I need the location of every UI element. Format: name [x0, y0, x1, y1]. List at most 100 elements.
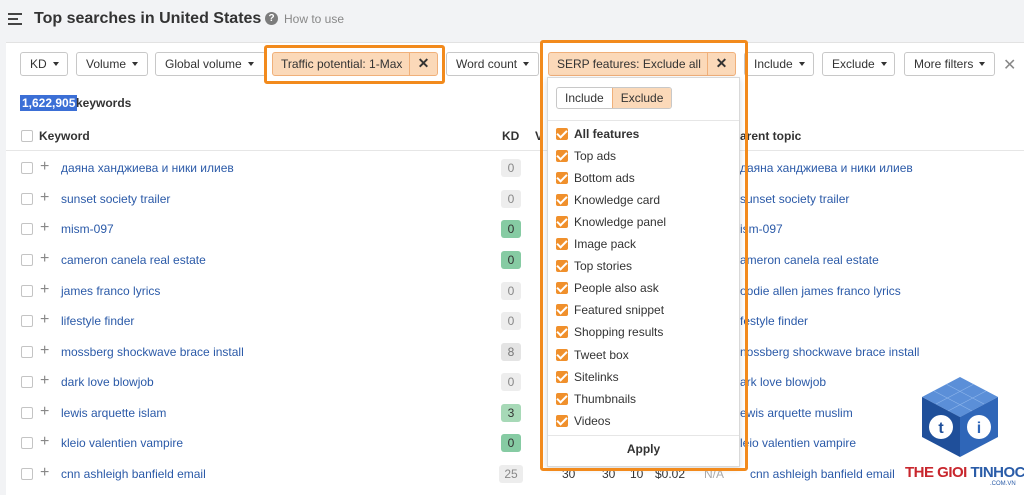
row-checkbox[interactable]: [21, 285, 33, 297]
plus-icon[interactable]: +: [40, 343, 49, 359]
kd-column-header[interactable]: KD: [502, 129, 519, 143]
plus-icon[interactable]: +: [40, 434, 49, 450]
checkbox-checked-icon[interactable]: [556, 216, 568, 228]
keyword-link[interactable]: cameron canela real estate: [61, 253, 206, 267]
checkbox-checked-icon[interactable]: [556, 393, 568, 405]
include-tab[interactable]: Include: [557, 88, 612, 108]
dropdown-divider: [548, 435, 739, 436]
keyword-count: 1,622,905: [20, 95, 78, 111]
parent-topic-link[interactable]: leio valentien vampire: [740, 436, 856, 450]
keyword-link[interactable]: james franco lyrics: [61, 284, 160, 298]
page-header: Top searches in United States ? How to u…: [0, 0, 1024, 40]
checkbox-checked-icon[interactable]: [556, 194, 568, 206]
watermark-text: THE GIOI TINHOC: [905, 464, 1024, 481]
header-divider: [6, 150, 1024, 151]
plus-icon[interactable]: +: [40, 465, 49, 481]
plus-icon[interactable]: +: [40, 282, 49, 298]
checkbox-checked-icon[interactable]: [556, 172, 568, 184]
checkbox-checked-icon[interactable]: [556, 371, 568, 383]
dropdown-divider: [548, 120, 739, 121]
row-checkbox[interactable]: [21, 437, 33, 449]
checkbox-checked-icon[interactable]: [556, 415, 568, 427]
checkbox-checked-icon[interactable]: [556, 260, 568, 272]
global-volume-cell: 30: [602, 467, 616, 481]
keyword-link[interactable]: mossberg shockwave brace install: [61, 345, 244, 359]
plus-icon[interactable]: +: [40, 159, 49, 175]
checkbox-checked-icon[interactable]: [556, 326, 568, 338]
select-all-checkbox[interactable]: [21, 130, 33, 142]
keyword-link[interactable]: даяна ханджиева и ники илиев: [61, 161, 234, 175]
parent-topic-link[interactable]: sunset society trailer: [740, 192, 849, 206]
checkbox-checked-icon[interactable]: [556, 128, 568, 140]
volume-cell: 30: [562, 467, 576, 481]
row-checkbox[interactable]: [21, 346, 33, 358]
plus-icon[interactable]: +: [40, 373, 49, 389]
parent-topic-link[interactable]: ism-097: [740, 222, 783, 236]
plus-icon[interactable]: +: [40, 190, 49, 206]
keyword-link[interactable]: lewis arquette islam: [61, 406, 166, 420]
serp-features-filter-button[interactable]: SERP features: Exclude all ✕: [548, 52, 736, 76]
keyword-link[interactable]: kleio valentien vampire: [61, 436, 183, 450]
more-filters-button[interactable]: More filters: [904, 52, 995, 76]
checkbox-checked-icon[interactable]: [556, 304, 568, 316]
kd-filter-button[interactable]: KD: [20, 52, 68, 76]
word-count-filter-button[interactable]: Word count: [446, 52, 539, 76]
parent-topic-link[interactable]: cnn ashleigh banfield email: [750, 467, 895, 481]
traffic-potential-filter-button[interactable]: Traffic potential: 1-Max ✕: [272, 52, 438, 76]
include-filter-label: Include: [754, 57, 793, 71]
keyword-link[interactable]: lifestyle finder: [61, 314, 134, 328]
page-title: Top searches in United States: [34, 10, 262, 27]
traffic-potential-filter-label: Traffic potential: 1-Max: [281, 57, 403, 71]
checkbox-checked-icon[interactable]: [556, 150, 568, 162]
row-checkbox[interactable]: [21, 376, 33, 388]
global-volume-filter-button[interactable]: Global volume: [155, 52, 266, 76]
apply-button[interactable]: Apply: [548, 442, 739, 456]
kd-badge: 0: [501, 312, 521, 330]
chevron-down-icon: [880, 61, 887, 66]
kd-badge: 8: [501, 343, 521, 361]
parent-topic-link[interactable]: oodie allen james franco lyrics: [740, 284, 901, 298]
keyword-link[interactable]: mism-097: [61, 222, 114, 236]
parent-topic-link[interactable]: ameron canela real estate: [740, 253, 879, 267]
parent-topic-link[interactable]: ark love blowjob: [740, 375, 826, 389]
close-icon[interactable]: ✕: [707, 53, 735, 75]
keyword-link[interactable]: dark love blowjob: [61, 375, 154, 389]
hamburger-menu-icon[interactable]: [8, 13, 22, 25]
row-checkbox[interactable]: [21, 315, 33, 327]
parent-topic-link[interactable]: даяна ханджиева и ники илиев: [740, 161, 913, 175]
plus-icon[interactable]: +: [40, 220, 49, 236]
row-checkbox[interactable]: [21, 254, 33, 266]
checkbox-checked-icon[interactable]: [556, 238, 568, 250]
row-checkbox[interactable]: [21, 468, 33, 480]
kd-badge: 0: [501, 434, 521, 452]
exclude-tab[interactable]: Exclude: [611, 88, 672, 108]
exclude-filter-button[interactable]: Exclude: [822, 52, 895, 76]
row-checkbox[interactable]: [21, 162, 33, 174]
kd-badge: 3: [501, 404, 521, 422]
parent-topic-link[interactable]: ewis arquette muslim: [740, 406, 853, 420]
question-circle-icon[interactable]: ?: [265, 12, 278, 25]
plus-icon[interactable]: +: [40, 251, 49, 267]
plus-icon[interactable]: +: [40, 312, 49, 328]
clear-filters-icon[interactable]: ✕: [1003, 55, 1016, 75]
row-checkbox[interactable]: [21, 407, 33, 419]
keyword-link[interactable]: sunset society trailer: [61, 192, 170, 206]
row-checkbox[interactable]: [21, 193, 33, 205]
parent-topic-link[interactable]: nossberg shockwave brace install: [740, 345, 919, 359]
keyword-column-header[interactable]: Keyword: [39, 129, 90, 143]
parent-topic-link[interactable]: festyle finder: [740, 314, 808, 328]
word-count-filter-label: Word count: [456, 57, 518, 71]
close-icon[interactable]: ✕: [409, 53, 437, 75]
parent-topic-column-header[interactable]: arent topic: [740, 129, 801, 143]
checkbox-checked-icon[interactable]: [556, 349, 568, 361]
chevron-down-icon: [132, 61, 139, 66]
how-to-use-link[interactable]: How to use: [284, 12, 344, 26]
include-filter-button[interactable]: Include: [744, 52, 814, 76]
checkbox-checked-icon[interactable]: [556, 282, 568, 294]
keyword-link[interactable]: cnn ashleigh banfield email: [61, 467, 206, 481]
volume-filter-button[interactable]: Volume: [76, 52, 148, 76]
plus-icon[interactable]: +: [40, 404, 49, 420]
row-checkbox[interactable]: [21, 223, 33, 235]
volume-column-header[interactable]: V: [535, 129, 543, 143]
chevron-down-icon: [247, 61, 254, 66]
